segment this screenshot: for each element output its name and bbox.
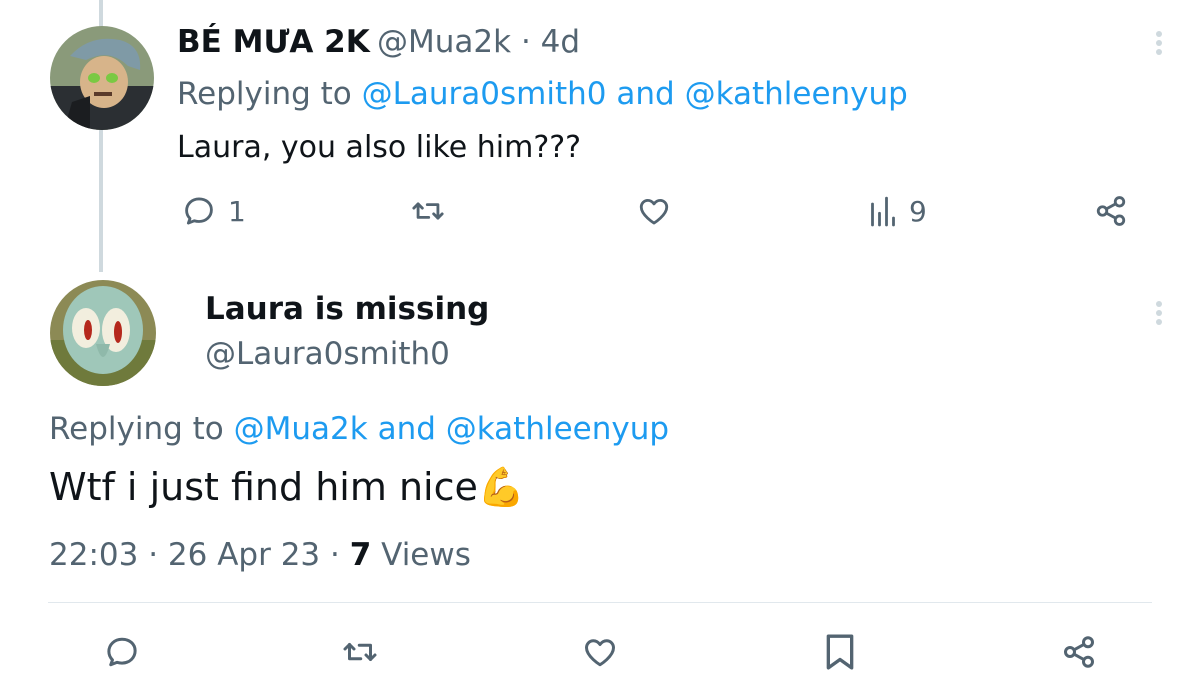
replying-prefix: Replying to — [49, 411, 224, 447]
replying-and: and — [616, 76, 675, 112]
share-button[interactable] — [1094, 194, 1128, 228]
handle[interactable]: @Laura0smith0 — [205, 336, 450, 372]
mention-link[interactable]: @Mua2k — [234, 411, 368, 447]
reply-button[interactable]: 1 — [182, 194, 246, 228]
heart-icon — [639, 198, 669, 225]
reply-icon — [107, 637, 137, 667]
share-icon — [1096, 196, 1126, 226]
avatar[interactable] — [50, 280, 156, 386]
avatar-image — [50, 26, 154, 130]
retweet-icon — [343, 643, 377, 661]
share-button[interactable] — [1061, 634, 1097, 670]
separator: · — [520, 24, 531, 60]
retweet-button[interactable] — [340, 634, 380, 670]
replying-and: and — [377, 411, 436, 447]
tweet-body: Wtf i just find him nice — [49, 465, 478, 509]
mention-link[interactable]: @Laura0smith0 — [362, 76, 607, 112]
views-label: Views — [381, 537, 471, 573]
handle[interactable]: @Mua2k — [377, 24, 511, 60]
tweet-date[interactable]: 26 Apr 23 — [168, 537, 320, 573]
avatar-image — [50, 280, 156, 386]
avatar[interactable] — [50, 26, 154, 130]
tweet-text: Wtf i just find him nice💪 — [49, 465, 525, 510]
reply-icon — [185, 197, 213, 225]
divider — [48, 602, 1152, 603]
share-icon — [1064, 636, 1094, 668]
views-button[interactable]: 9 — [869, 194, 927, 228]
views-icon — [871, 196, 895, 227]
replying-to: Replying to @Mua2k and @kathleenyup — [49, 411, 669, 447]
more-icon[interactable] — [1155, 31, 1163, 58]
retweet-button[interactable] — [410, 194, 446, 228]
tweet-time[interactable]: 22:03 — [49, 537, 138, 573]
mention-link[interactable]: @kathleenyup — [446, 411, 669, 447]
tweet-text: Laura, you also like him??? — [177, 130, 582, 165]
timestamp-line: 22:03 · 26 Apr 23 · 7 Views — [49, 537, 471, 573]
tweet-age[interactable]: 4d — [541, 24, 580, 60]
display-name[interactable]: Laura is missing — [205, 291, 489, 327]
handle-line: @Mua2k · 4d — [377, 24, 580, 60]
separator: · — [148, 537, 159, 573]
like-button[interactable] — [582, 634, 618, 670]
flexed-biceps-emoji: 💪 — [477, 465, 526, 509]
bookmark-icon — [826, 634, 854, 670]
heart-icon — [585, 639, 615, 667]
views-count: 7 — [349, 537, 372, 573]
replying-to: Replying to @Laura0smith0 and @kathleeny… — [177, 76, 908, 112]
replying-prefix: Replying to — [177, 76, 352, 112]
separator: · — [330, 537, 340, 573]
retweet-icon — [412, 202, 444, 220]
view-count: 9 — [909, 194, 927, 228]
mention-link[interactable]: @kathleenyup — [685, 76, 908, 112]
display-name[interactable]: BÉ MƯA 2K — [177, 24, 370, 60]
reply-button[interactable] — [104, 634, 140, 670]
more-icon[interactable] — [1155, 301, 1163, 328]
bookmark-button[interactable] — [823, 632, 857, 672]
like-button[interactable] — [637, 194, 671, 228]
reply-count: 1 — [228, 194, 246, 228]
